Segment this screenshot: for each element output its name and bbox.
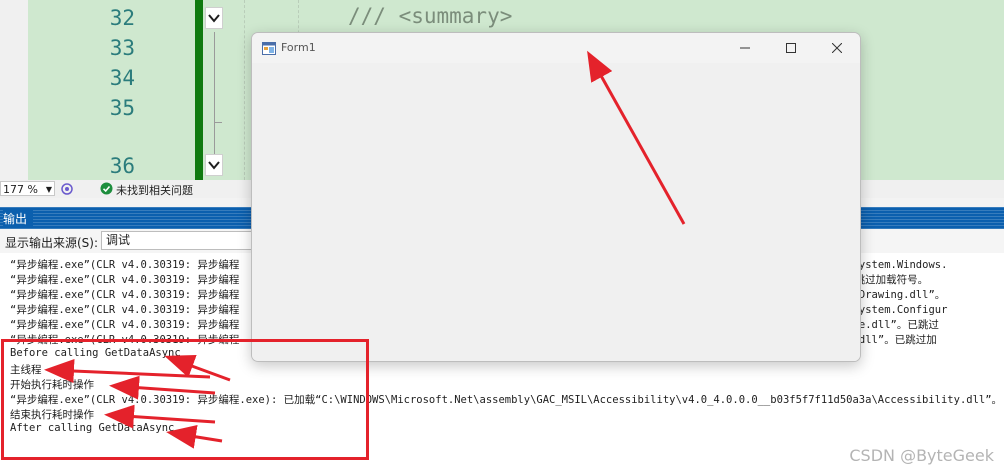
arrow xyxy=(44,359,211,384)
arrow-to-form1 xyxy=(587,50,686,225)
arrow xyxy=(104,404,216,429)
watermark: CSDN @ByteGeek xyxy=(849,446,994,465)
annotation-arrows xyxy=(44,50,686,449)
arrow xyxy=(109,375,216,400)
arrow xyxy=(166,424,223,449)
